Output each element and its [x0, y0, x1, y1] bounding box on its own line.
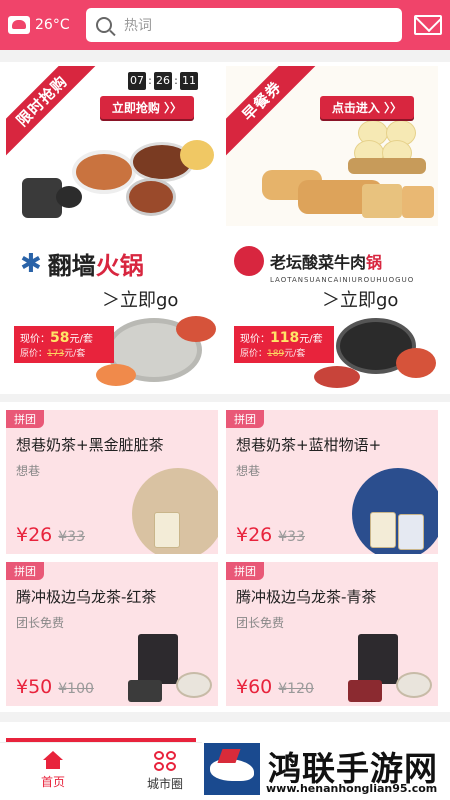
product-name: 腾冲极边乌龙茶-红茶	[16, 588, 157, 606]
tea-box-image	[128, 680, 162, 702]
steamer-image	[348, 158, 426, 174]
now-price: 118	[270, 330, 300, 346]
group-buy-badge: 拼团	[226, 410, 264, 428]
breakfast-ribbon: 早餐券	[226, 66, 321, 160]
temperature-label: 26°C	[35, 17, 70, 33]
weather-icon	[8, 16, 30, 34]
go-link[interactable]: ＞立即go	[102, 286, 178, 312]
flash-sale-ribbon: 限时抢购	[6, 66, 101, 160]
food-image	[96, 364, 136, 386]
tea-box-image	[358, 634, 398, 684]
group-buy-products: 拼团 想巷奶茶+黑金脏脏茶 想巷 ¥26 ¥33 拼团 想巷奶茶+蓝柑物语+ 想…	[0, 402, 450, 712]
hotpot-banner-laotan[interactable]: 老坛酸菜牛肉锅 LAOTANSUANCAINIUROUHUOGUO ＞立即go …	[226, 234, 438, 394]
now-price: 58	[50, 330, 70, 346]
price-tag: 现价：118元/套 原价：189元/套	[234, 326, 334, 363]
shop-name: 想巷	[236, 464, 261, 478]
product-price: ¥26	[236, 524, 273, 546]
food-image	[176, 316, 216, 342]
enter-button[interactable]: 点击进入 〉〉	[319, 96, 414, 119]
price-tag: 现价：58元/套 原价：173元/套	[14, 326, 114, 363]
promo-banners: 限时抢购 07 : 26 : 11 立即抢购 〉〉 早餐券 点击进入 〉〉 ✱	[0, 62, 450, 394]
tea-bowl-image	[176, 672, 212, 698]
milk-tea-cup-image	[398, 514, 424, 550]
food-image	[72, 150, 136, 194]
food-image	[126, 178, 176, 216]
shop-name: 团长免费	[16, 616, 65, 630]
tea-box-image	[348, 680, 382, 702]
old-price: 189	[267, 349, 285, 359]
nav-city-circle[interactable]: 城市圈	[130, 751, 200, 792]
tea-bowl-image	[396, 672, 432, 698]
chef-logo-icon	[234, 246, 264, 276]
food-image	[314, 366, 360, 388]
site-watermark: 鸿联手游网 www.henanhonglian95.com	[202, 740, 450, 800]
group-buy-badge: 拼团	[6, 562, 44, 580]
product-name: 想巷奶茶+蓝柑物语+	[236, 436, 382, 454]
brand-subtitle: LAOTANSUANCAINIUROUHUOGUO	[270, 276, 415, 284]
product-price: ¥50	[16, 676, 53, 698]
palm-tree-icon: ✱	[20, 248, 42, 279]
bread-image	[362, 184, 402, 218]
food-image	[180, 140, 214, 170]
countdown-minutes: 26	[154, 72, 172, 90]
search-icon	[96, 17, 112, 33]
flash-sale-banner[interactable]: 限时抢购 07 : 26 : 11 立即抢购 〉〉	[6, 66, 218, 226]
product-old-price: ¥33	[278, 529, 305, 545]
product-price: ¥26	[16, 524, 53, 546]
hotpot-banner-fanqiang[interactable]: ✱ 翻墙火锅 ＞立即go 现价：58元/套 原价：173元/套	[6, 234, 218, 394]
watermark-url: www.henanhonglian95.com	[266, 782, 438, 795]
watermark-logo-icon	[204, 743, 260, 795]
tea-box-image	[138, 634, 178, 684]
brand-title: 老坛酸菜牛肉锅	[270, 253, 383, 272]
milk-tea-cup-image	[154, 512, 180, 548]
breakfast-voucher-banner[interactable]: 早餐券 点击进入 〉〉	[226, 66, 438, 226]
old-price: 173	[47, 349, 65, 359]
top-bar: 26°C 热词	[0, 0, 450, 50]
bread-image	[402, 186, 434, 218]
countdown-hours: 07	[128, 72, 146, 90]
product-card[interactable]: 拼团 想巷奶茶+蓝柑物语+ 想巷 ¥26 ¥33	[226, 410, 438, 554]
buy-now-button[interactable]: 立即抢购 〉〉	[99, 96, 194, 119]
food-image	[56, 186, 82, 208]
city-circle-icon	[154, 751, 176, 771]
shop-name: 想巷	[16, 464, 41, 478]
countdown-seconds: 11	[180, 72, 198, 90]
nav-city-label: 城市圈	[146, 777, 183, 791]
food-image	[396, 348, 436, 378]
group-buy-badge: 拼团	[226, 562, 264, 580]
product-old-price: ¥120	[278, 681, 314, 697]
countdown-timer: 07 : 26 : 11	[128, 72, 198, 90]
weather-widget[interactable]: 26°C	[8, 16, 80, 34]
nav-home-label: 首页	[40, 775, 65, 789]
product-card[interactable]: 拼团 想巷奶茶+黑金脏脏茶 想巷 ¥26 ¥33	[6, 410, 218, 554]
milk-tea-cup-image	[370, 512, 396, 548]
search-placeholder: 热词	[124, 18, 152, 34]
go-link[interactable]: ＞立即go	[322, 286, 398, 312]
mail-icon[interactable]	[414, 15, 442, 35]
group-buy-badge: 拼团	[6, 410, 44, 428]
home-icon	[42, 751, 64, 769]
shop-name: 团长免费	[236, 616, 285, 630]
product-old-price: ¥100	[58, 681, 94, 697]
search-input[interactable]: 热词	[86, 8, 402, 42]
product-name: 腾冲极边乌龙茶-青茶	[236, 588, 377, 606]
product-old-price: ¥33	[58, 529, 85, 545]
product-price: ¥60	[236, 676, 273, 698]
product-name: 想巷奶茶+黑金脏脏茶	[16, 436, 164, 454]
product-card[interactable]: 拼团 腾冲极边乌龙茶-青茶 团长免费 ¥60 ¥120	[226, 562, 438, 706]
nav-home[interactable]: 首页	[18, 751, 88, 790]
product-card[interactable]: 拼团 腾冲极边乌龙茶-红茶 团长免费 ¥50 ¥100	[6, 562, 218, 706]
brand-title: 翻墙火锅	[47, 251, 144, 280]
